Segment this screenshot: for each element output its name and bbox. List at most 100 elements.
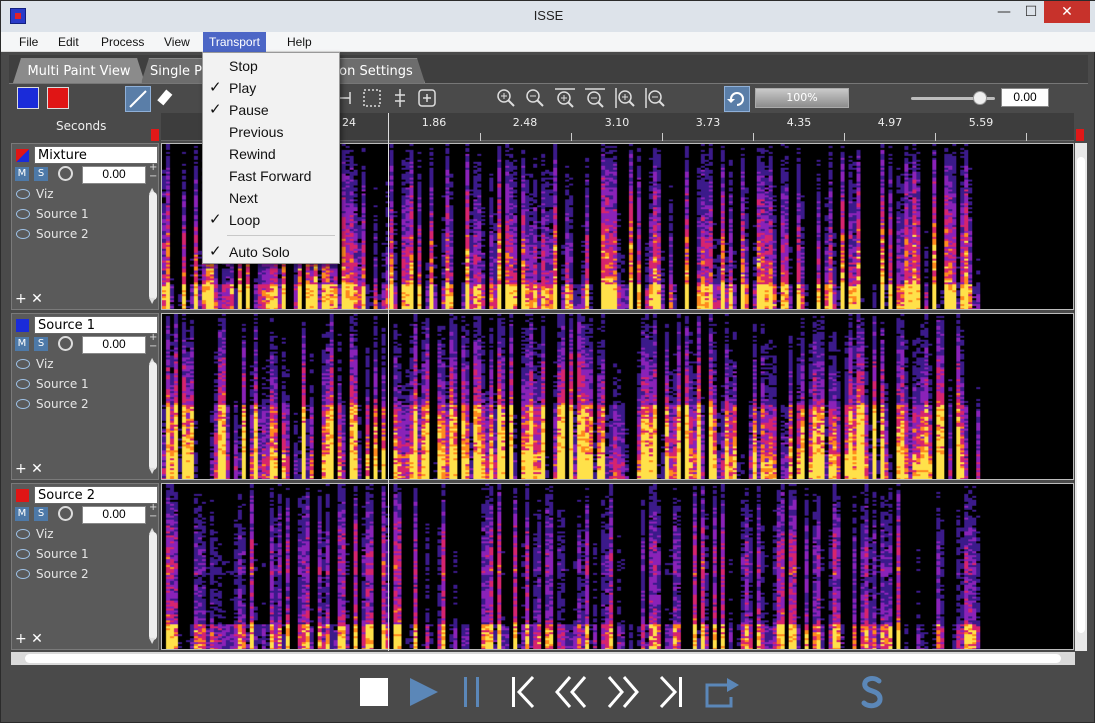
- previous-icon[interactable]: [509, 675, 537, 709]
- horizontal-scrollbar[interactable]: [11, 652, 1075, 665]
- eye-icon[interactable]: [16, 209, 30, 219]
- gain-stepper[interactable]: + −: [149, 163, 157, 182]
- gain-slider-thumb[interactable]: [973, 91, 987, 105]
- box-select-tool-icon[interactable]: [359, 86, 385, 112]
- next-icon[interactable]: [657, 675, 685, 709]
- mute-button[interactable]: M: [15, 337, 29, 351]
- track-panel-scrollbar[interactable]: [149, 192, 157, 300]
- maximize-button[interactable]: ☐: [1016, 1, 1046, 23]
- solo-button[interactable]: S: [34, 167, 48, 181]
- gain-stepper[interactable]: + −: [149, 333, 157, 352]
- track-panel-scrollbar[interactable]: [149, 362, 157, 470]
- eye-icon[interactable]: [16, 229, 30, 239]
- viz-row[interactable]: Viz: [16, 355, 54, 373]
- menu-item-previous[interactable]: Previous: [203, 121, 339, 143]
- menu-edit[interactable]: Edit: [52, 32, 85, 52]
- tab-settings[interactable]: on Settings: [327, 58, 425, 83]
- gain-knob-icon[interactable]: [58, 336, 73, 351]
- menu-item-pause[interactable]: ✓ Pause: [203, 99, 339, 121]
- eye-icon[interactable]: [16, 379, 30, 389]
- spectrogram-source-1[interactable]: [161, 313, 1074, 480]
- eraser-tool-icon[interactable]: [154, 86, 180, 112]
- source-1-row[interactable]: Source 1: [16, 545, 89, 563]
- menu-file[interactable]: File: [13, 32, 44, 52]
- menu-process[interactable]: Process: [95, 32, 150, 52]
- menu-item-play[interactable]: ✓ Play: [203, 77, 339, 99]
- spectrogram-source-2[interactable]: [161, 483, 1074, 650]
- brush-tool-icon[interactable]: [125, 86, 151, 112]
- track-color-swatch[interactable]: [16, 319, 29, 332]
- mute-button[interactable]: M: [15, 507, 29, 521]
- loop-start-marker[interactable]: [151, 129, 159, 141]
- source-2-row[interactable]: Source 2: [16, 395, 89, 413]
- mute-button[interactable]: M: [15, 167, 29, 181]
- minimize-button[interactable]: —: [989, 1, 1019, 23]
- menu-help[interactable]: Help: [281, 32, 318, 52]
- close-button[interactable]: ✕: [1044, 1, 1090, 23]
- zoom-in-vertical-icon[interactable]: [612, 86, 638, 112]
- menu-item-next[interactable]: Next: [203, 187, 339, 209]
- track-color-swatch[interactable]: [16, 489, 29, 502]
- zoom-level-bar[interactable]: 100%: [755, 88, 849, 108]
- track-name-field[interactable]: Source 2: [34, 486, 158, 504]
- loop-end-marker[interactable]: [1076, 129, 1084, 141]
- playback-cursor[interactable]: [388, 113, 389, 651]
- menu-item-rewind[interactable]: Rewind: [203, 143, 339, 165]
- track-color-swatch[interactable]: [16, 149, 29, 162]
- eye-icon[interactable]: [16, 549, 30, 559]
- gain-knob-icon[interactable]: [58, 166, 73, 181]
- eye-icon[interactable]: [16, 569, 30, 579]
- menu-view[interactable]: View: [158, 32, 196, 52]
- menu-item-fast-forward[interactable]: Fast Forward: [203, 165, 339, 187]
- vertical-scrollbar[interactable]: [1075, 143, 1087, 651]
- add-remove-icons[interactable]: + ✕: [15, 291, 43, 307]
- gain-stepper[interactable]: + −: [149, 503, 157, 522]
- viz-row[interactable]: Viz: [16, 525, 54, 543]
- menu-item-auto-solo[interactable]: ✓ Auto Solo: [203, 241, 339, 263]
- refresh-icon[interactable]: [724, 86, 750, 112]
- gain-value-field[interactable]: 0.00: [1001, 88, 1049, 107]
- add-selection-icon[interactable]: [414, 86, 440, 112]
- zoom-out-vertical-icon[interactable]: [642, 86, 668, 112]
- vertical-scroll-thumb[interactable]: [1077, 157, 1085, 633]
- tab-single-paint-view[interactable]: Single P: [141, 58, 211, 83]
- add-remove-icons[interactable]: + ✕: [15, 631, 43, 647]
- menu-transport[interactable]: Transport: [203, 32, 266, 52]
- zoom-in-horizontal-icon[interactable]: [552, 86, 578, 112]
- play-icon[interactable]: [407, 675, 441, 709]
- scroll-down-arrow-icon[interactable]: ▼: [149, 296, 155, 305]
- solo-button[interactable]: S: [34, 337, 48, 351]
- stop-icon[interactable]: [359, 675, 389, 709]
- eye-icon[interactable]: [16, 399, 30, 409]
- source-1-row[interactable]: Source 1: [16, 205, 89, 223]
- zoom-out-horizontal-icon[interactable]: [582, 86, 608, 112]
- rewind-icon[interactable]: [553, 675, 589, 709]
- track-panel-scrollbar[interactable]: [149, 532, 157, 640]
- track-gain-field[interactable]: 0.00: [82, 506, 146, 524]
- horizontal-scroll-thumb[interactable]: [25, 654, 1061, 663]
- menu-item-stop[interactable]: Stop: [203, 55, 339, 77]
- solo-button[interactable]: S: [34, 507, 48, 521]
- add-remove-icons[interactable]: + ✕: [15, 461, 43, 477]
- zoom-out-icon[interactable]: [522, 86, 548, 112]
- loop-icon[interactable]: [703, 675, 743, 709]
- track-name-field[interactable]: Mixture: [34, 146, 158, 164]
- track-gain-field[interactable]: 0.00: [82, 336, 146, 354]
- tab-multi-paint-view[interactable]: Multi Paint View: [13, 58, 145, 83]
- scroll-down-arrow-icon[interactable]: ▼: [149, 636, 155, 645]
- freq-select-tool-icon[interactable]: [387, 86, 413, 112]
- brush-color-blue[interactable]: [17, 87, 39, 109]
- source-2-row[interactable]: Source 2: [16, 225, 89, 243]
- fast-forward-icon[interactable]: [605, 675, 641, 709]
- brush-color-red[interactable]: [47, 87, 69, 109]
- track-name-field[interactable]: Source 1: [34, 316, 158, 334]
- eye-icon[interactable]: [16, 189, 30, 199]
- pause-icon[interactable]: [461, 675, 485, 709]
- viz-row[interactable]: Viz: [16, 185, 54, 203]
- gain-knob-icon[interactable]: [58, 506, 73, 521]
- eye-icon[interactable]: [16, 529, 30, 539]
- scroll-down-arrow-icon[interactable]: ▼: [149, 466, 155, 475]
- eye-icon[interactable]: [16, 359, 30, 369]
- menu-item-loop[interactable]: ✓ Loop: [203, 209, 339, 231]
- source-2-row[interactable]: Source 2: [16, 565, 89, 583]
